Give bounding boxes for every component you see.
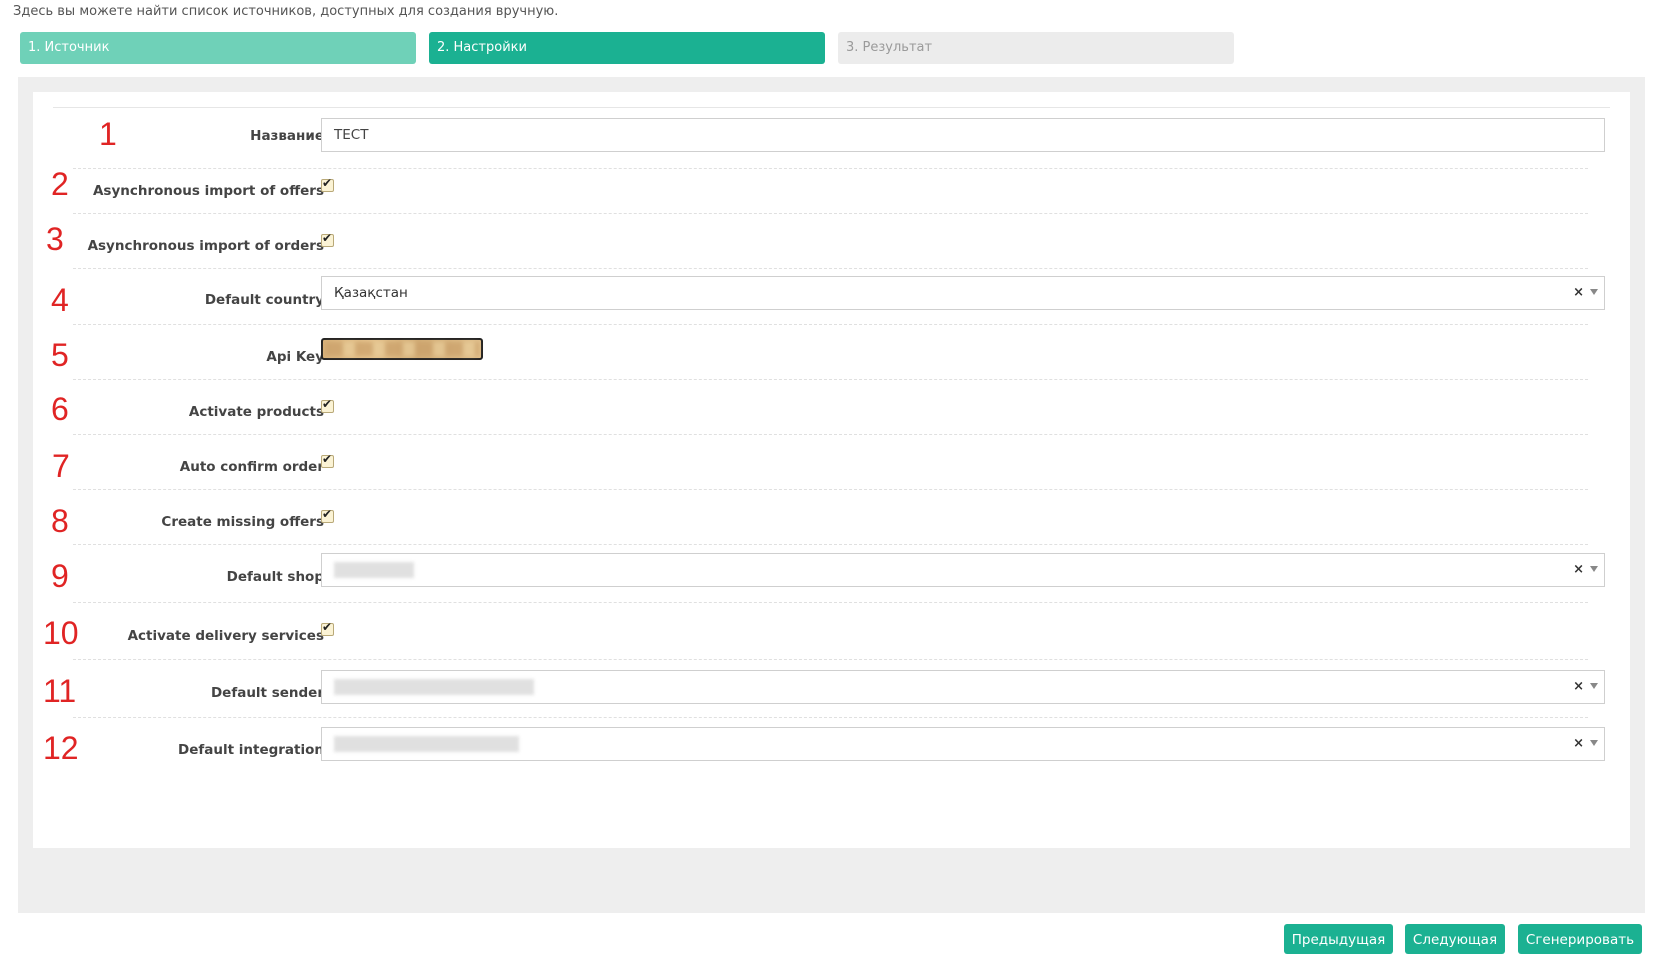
row-activate-delivery: 10 Activate delivery services ✔ xyxy=(33,615,1630,674)
checkmark-icon: ✔ xyxy=(322,507,333,521)
annotation-number: 9 xyxy=(51,558,69,594)
redacted-value xyxy=(334,562,414,578)
annotation-number: 10 xyxy=(43,615,79,651)
create-missing-label: Create missing offers xyxy=(161,514,324,530)
intro-text: Здесь вы можете найти список источников,… xyxy=(13,4,559,19)
redacted-value xyxy=(334,736,519,752)
clear-icon[interactable]: × xyxy=(1573,728,1584,760)
redacted-value xyxy=(334,679,534,695)
step-result[interactable]: 3. Результат xyxy=(838,32,1234,64)
row-async-offers: 2 Asynchronous import of offers ✔ xyxy=(33,168,1630,231)
step-settings[interactable]: 2. Настройки xyxy=(429,32,825,64)
default-country-select[interactable]: Қазақстан × xyxy=(321,276,1605,310)
selected-value: Қазақстан xyxy=(334,285,408,301)
default-shop-label: Default shop xyxy=(226,569,324,585)
checkmark-icon: ✔ xyxy=(322,397,333,411)
next-button[interactable]: Следующая xyxy=(1405,924,1505,954)
row-auto-confirm: 7 Auto confirm order ✔ xyxy=(33,448,1630,507)
checkmark-icon: ✔ xyxy=(322,231,333,245)
row-default-shop: 9 Default shop × xyxy=(33,553,1630,620)
previous-button[interactable]: Предыдущая xyxy=(1284,924,1393,954)
generate-button[interactable]: Сгенерировать xyxy=(1518,924,1642,954)
default-shop-select[interactable]: × xyxy=(321,553,1605,587)
annotation-number: 5 xyxy=(51,337,69,373)
row-separator xyxy=(73,434,1588,435)
clear-icon[interactable]: × xyxy=(1573,671,1584,703)
auto-confirm-checkbox[interactable]: ✔ xyxy=(321,452,334,468)
checkmark-icon: ✔ xyxy=(322,452,333,466)
annotation-number: 3 xyxy=(46,221,64,257)
clear-icon[interactable]: × xyxy=(1573,277,1584,309)
annotation-number: 12 xyxy=(43,730,79,766)
row-default-integration: 12 Default integration × xyxy=(33,727,1630,792)
api-key-input[interactable] xyxy=(321,338,483,360)
row-separator xyxy=(73,379,1588,380)
create-missing-checkbox[interactable]: ✔ xyxy=(321,507,334,523)
default-integration-label: Default integration xyxy=(178,742,324,758)
default-country-label: Default country xyxy=(204,292,324,308)
activate-products-checkbox[interactable]: ✔ xyxy=(321,397,334,413)
default-integration-select[interactable]: × xyxy=(321,727,1605,761)
checkmark-icon: ✔ xyxy=(322,176,333,190)
row-name: 1 Название ТЕСТ xyxy=(33,118,1630,176)
default-sender-select[interactable]: × xyxy=(321,670,1605,704)
api-key-label: Api Key xyxy=(266,349,324,365)
default-sender-label: Default sender xyxy=(210,685,324,701)
annotation-number: 4 xyxy=(51,282,69,318)
annotation-number: 8 xyxy=(51,503,69,539)
checkmark-icon: ✔ xyxy=(322,620,333,634)
async-offers-label: Asynchronous import of offers xyxy=(92,183,324,199)
redacted-value xyxy=(325,342,479,356)
row-separator xyxy=(73,213,1588,214)
settings-form: 1 Название ТЕСТ 2 Asynchronous import of… xyxy=(33,92,1630,848)
clear-icon[interactable]: × xyxy=(1573,554,1584,586)
name-label: Название xyxy=(250,128,324,144)
row-separator xyxy=(73,717,1588,718)
async-orders-checkbox[interactable]: ✔ xyxy=(321,231,334,247)
name-input[interactable]: ТЕСТ xyxy=(321,118,1605,152)
activate-products-label: Activate products xyxy=(188,404,324,420)
dropdown-arrow-icon[interactable] xyxy=(1590,289,1598,295)
async-orders-label: Asynchronous import of orders xyxy=(87,238,324,254)
dropdown-arrow-icon[interactable] xyxy=(1590,740,1598,746)
row-separator xyxy=(73,544,1588,545)
row-separator xyxy=(73,268,1588,269)
step-source[interactable]: 1. Источник xyxy=(20,32,416,64)
row-separator xyxy=(73,659,1588,660)
annotation-number: 6 xyxy=(51,391,69,427)
annotation-number: 7 xyxy=(52,448,70,484)
annotation-number: 2 xyxy=(51,166,69,202)
row-separator xyxy=(73,324,1588,325)
divider xyxy=(53,107,1610,108)
row-separator xyxy=(73,168,1588,169)
row-separator xyxy=(73,489,1588,490)
async-offers-checkbox[interactable]: ✔ xyxy=(321,176,334,192)
row-activate-products: 6 Activate products ✔ xyxy=(33,393,1630,452)
row-default-country: 4 Default country Қазақстан × xyxy=(33,276,1630,344)
row-api-key: 5 Api Key xyxy=(33,337,1630,398)
row-separator xyxy=(73,602,1588,603)
dropdown-arrow-icon[interactable] xyxy=(1590,566,1598,572)
activate-delivery-checkbox[interactable]: ✔ xyxy=(321,620,334,636)
annotation-number: 1 xyxy=(99,116,117,152)
settings-panel: 1 Название ТЕСТ 2 Asynchronous import of… xyxy=(18,77,1645,913)
annotation-number: 11 xyxy=(43,673,77,709)
auto-confirm-label: Auto confirm order xyxy=(179,459,324,475)
activate-delivery-label: Activate delivery services xyxy=(127,628,324,644)
wizard-steps: 1. Источник 2. Настройки 3. Результат xyxy=(20,32,1234,64)
dropdown-arrow-icon[interactable] xyxy=(1590,683,1598,689)
